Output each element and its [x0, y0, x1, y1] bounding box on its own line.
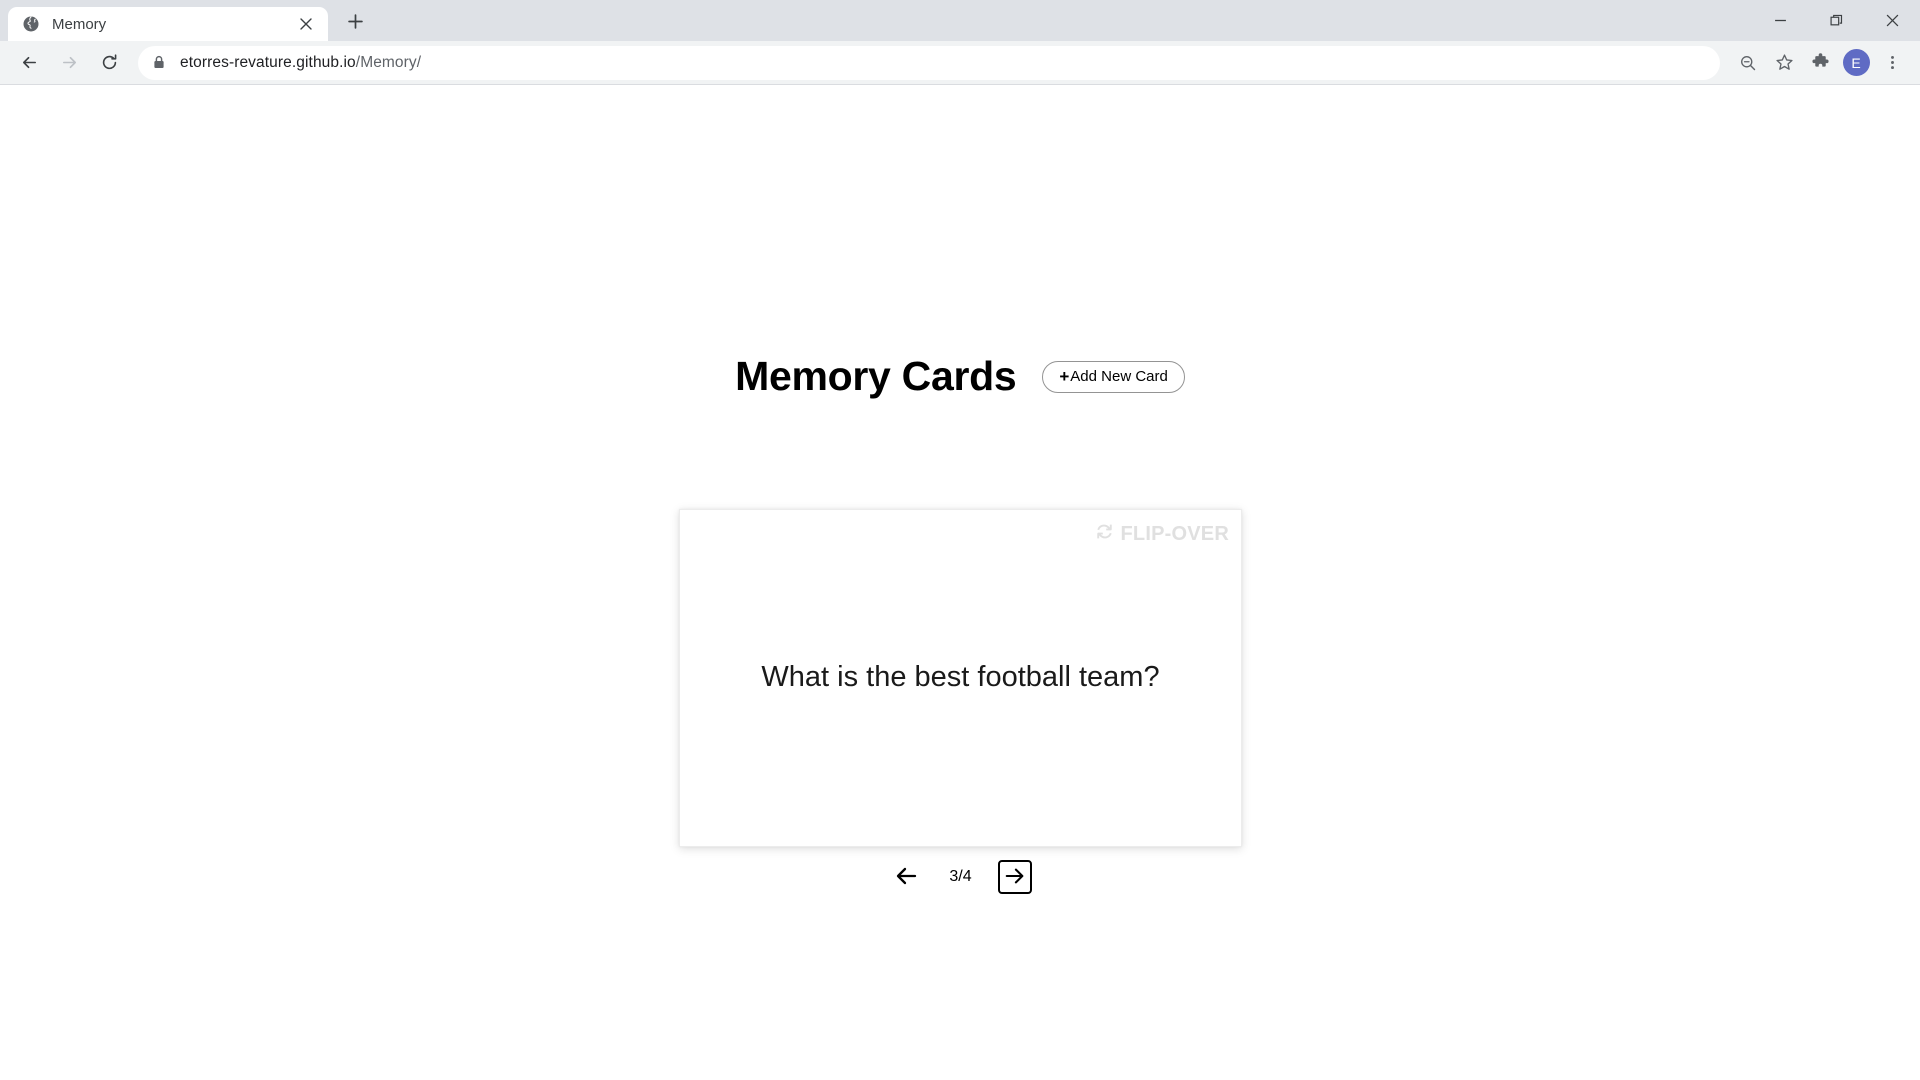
tab-strip: Memory: [0, 0, 1920, 41]
star-icon[interactable]: [1768, 47, 1800, 79]
browser-tab-memory[interactable]: Memory: [8, 7, 328, 41]
maximize-restore-icon[interactable]: [1808, 0, 1864, 41]
next-card-button[interactable]: [997, 860, 1032, 894]
minimize-icon[interactable]: [1752, 0, 1808, 41]
plus-icon: [347, 14, 363, 34]
browser-window: Memory etorres-revature.github.io/Memory…: [0, 0, 1920, 1080]
page-header: Memory Cards + Add New Card: [0, 356, 1920, 397]
card-navigation: 3/4: [679, 860, 1242, 894]
url-host: etorres-revature.github.io: [180, 53, 356, 71]
card-counter: 3/4: [949, 868, 972, 885]
memory-card[interactable]: FLIP-OVER What is the best football team…: [679, 509, 1242, 847]
lock-icon: [152, 55, 168, 71]
plus-icon: +: [1059, 367, 1070, 386]
puzzle-piece-icon[interactable]: [1804, 47, 1836, 79]
window-controls: [1752, 0, 1920, 41]
three-dot-menu-icon[interactable]: [1876, 47, 1908, 79]
refresh-sync-icon: [1095, 522, 1114, 547]
left-arrow-icon: [894, 864, 918, 891]
flip-over-label: FLIP-OVER: [1120, 523, 1229, 545]
reload-icon[interactable]: [92, 46, 126, 80]
url-path: /Memory/: [355, 53, 422, 71]
globe-icon: [22, 15, 40, 33]
forward-arrow-icon: [52, 46, 86, 80]
right-arrow-icon: [1004, 865, 1026, 890]
flip-over-button[interactable]: FLIP-OVER: [1095, 522, 1229, 547]
back-arrow-icon[interactable]: [12, 46, 46, 80]
window-close-icon[interactable]: [1864, 0, 1920, 41]
add-new-card-button[interactable]: + Add New Card: [1042, 360, 1185, 393]
add-new-card-label: Add New Card: [1070, 368, 1168, 385]
avatar[interactable]: E: [1840, 47, 1872, 79]
card-question-text: What is the best football team?: [761, 661, 1160, 694]
memory-cards-app: Memory Cards + Add New Card FLIP-OVER Wh…: [0, 85, 1920, 1080]
zoom-out-icon[interactable]: [1732, 47, 1764, 79]
address-bar[interactable]: etorres-revature.github.io/Memory/: [138, 45, 1720, 80]
url-text: etorres-revature.github.io/Memory/: [180, 55, 421, 71]
browser-toolbar: etorres-revature.github.io/Memory/ E: [0, 41, 1920, 85]
profile-initial: E: [1842, 49, 1870, 76]
close-icon[interactable]: [294, 12, 318, 36]
page-title: Memory Cards: [735, 353, 1017, 399]
tab-title: Memory: [52, 16, 107, 32]
page-viewport: Memory Cards + Add New Card FLIP-OVER Wh…: [0, 85, 1920, 1080]
new-tab-button[interactable]: [338, 7, 372, 41]
previous-card-button[interactable]: [889, 860, 923, 894]
